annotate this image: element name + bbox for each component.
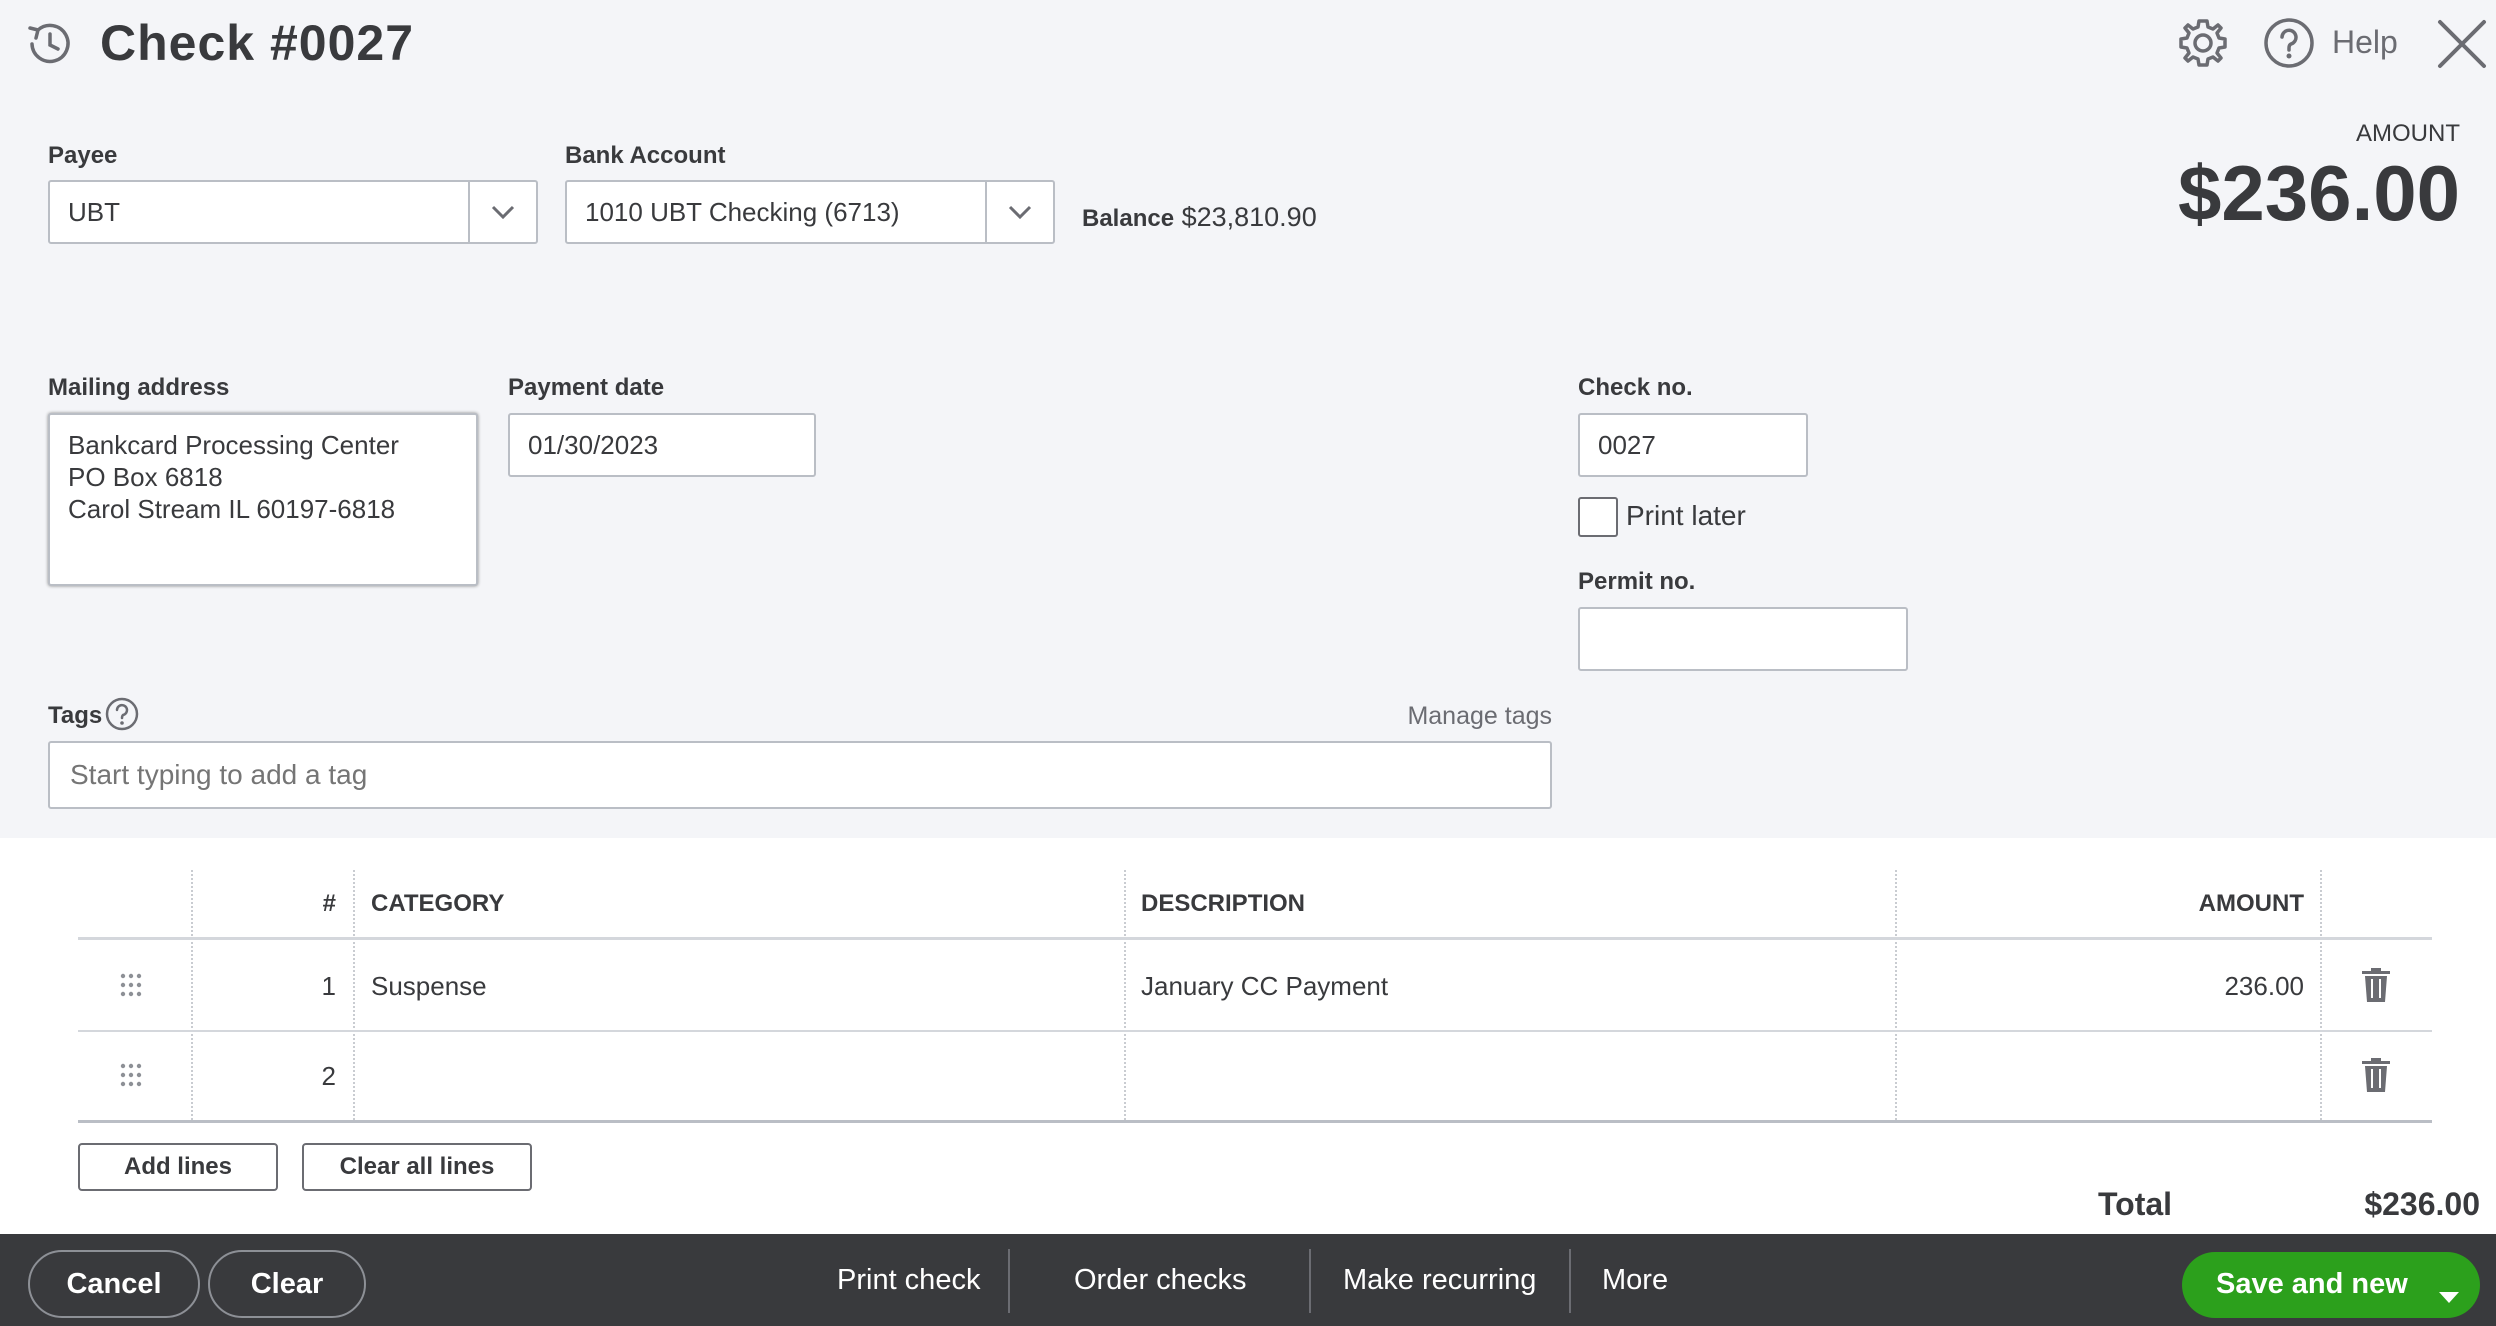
mailing-address-textarea[interactable]: Bankcard Processing Center PO Box 6818 C… [48,413,478,586]
balance-label: Balance [1082,205,1175,232]
row-amount[interactable]: 236.00 [2224,971,2304,1002]
payee-value: UBT [68,196,120,227]
col-header-amount: AMOUNT [2198,890,2304,917]
row-number: 2 [321,1061,336,1091]
save-options-caret-icon[interactable] [2438,1280,2460,1303]
drag-handle-icon[interactable] [120,1063,142,1087]
row-category[interactable]: Suspense [371,971,487,1002]
permit-no-input[interactable] [1578,607,1908,671]
trash-icon[interactable] [2362,968,2390,1002]
page-title: Check #0027 [100,15,415,71]
balance: Balance $23,810.90 [1082,202,1317,233]
tags-input[interactable] [48,741,1552,809]
row-description[interactable]: January CC Payment [1141,971,1388,1002]
permit-no-label: Permit no. [1578,568,1696,595]
payee-select[interactable]: UBT [48,180,538,244]
order-checks-link[interactable]: Order checks [1074,1264,1246,1297]
footer-bar [0,1234,2496,1326]
payment-date-value: 01/30/2023 [528,429,659,460]
save-and-new-split-button[interactable]: Save and new [2182,1252,2480,1318]
bank-account-label: Bank Account [565,142,726,169]
manage-tags-link[interactable]: Manage tags [1407,702,1552,731]
check-no-input[interactable]: 0027 [1578,413,1808,477]
print-check-link[interactable]: Print check [837,1264,980,1297]
cancel-button[interactable]: Cancel [28,1250,200,1318]
more-link[interactable]: More [1602,1264,1668,1297]
address-line: PO Box 6818 [68,462,223,492]
payment-date-input[interactable]: 01/30/2023 [508,413,816,477]
clear-button[interactable]: Clear [208,1250,366,1318]
payee-label: Payee [48,142,118,169]
footer-separator [1569,1249,1571,1313]
table-row[interactable] [78,1032,2432,1120]
tags-label: Tags [48,702,103,729]
clear-all-lines-button[interactable]: Clear all lines [302,1143,532,1191]
print-later-label[interactable]: Print later [1626,500,1746,532]
print-later-checkbox[interactable] [1578,497,1618,537]
table-bottom-border [78,1120,2432,1123]
footer-separator [1309,1249,1311,1313]
add-lines-button[interactable]: Add lines [78,1143,278,1191]
make-recurring-link[interactable]: Make recurring [1343,1264,1536,1297]
total-value: $236.00 [2364,1186,2480,1222]
payee-dropdown-button[interactable] [468,182,536,242]
address-line: Carol Stream IL 60197-6818 [68,494,396,524]
col-header-description: DESCRIPTION [1141,890,1306,917]
chevron-down-icon [491,205,515,220]
footer-separator [1008,1249,1010,1313]
mailing-address-label: Mailing address [48,374,230,401]
col-header-category: CATEGORY [371,890,505,917]
amount-value: $236.00 [2178,149,2460,237]
bank-account-value: 1010 UBT Checking (6713) [585,196,900,227]
total-label: Total [2098,1186,2173,1222]
trash-icon[interactable] [2362,1058,2390,1092]
bank-account-dropdown-button[interactable] [985,182,1053,242]
check-no-value: 0027 [1598,429,1656,460]
tags-help-icon[interactable] [104,696,140,732]
close-icon[interactable] [2436,18,2488,70]
save-and-new-button[interactable]: Save and new [2216,1268,2408,1301]
help-icon[interactable] [2262,16,2316,70]
bank-account-select[interactable]: 1010 UBT Checking (6713) [565,180,1055,244]
row-number: 1 [321,971,336,1001]
amount-label: AMOUNT [2356,120,2460,147]
check-no-label: Check no. [1578,374,1693,401]
drag-handle-icon[interactable] [120,973,142,997]
help-link[interactable]: Help [2332,24,2398,61]
col-header-num: # [322,890,336,917]
address-line: Bankcard Processing Center [68,430,399,460]
payment-date-label: Payment date [508,374,665,401]
settings-gear-icon[interactable] [2176,16,2230,70]
recent-transactions-icon[interactable] [22,16,78,72]
balance-value: $23,810.90 [1181,202,1317,232]
chevron-down-icon [1008,205,1032,220]
